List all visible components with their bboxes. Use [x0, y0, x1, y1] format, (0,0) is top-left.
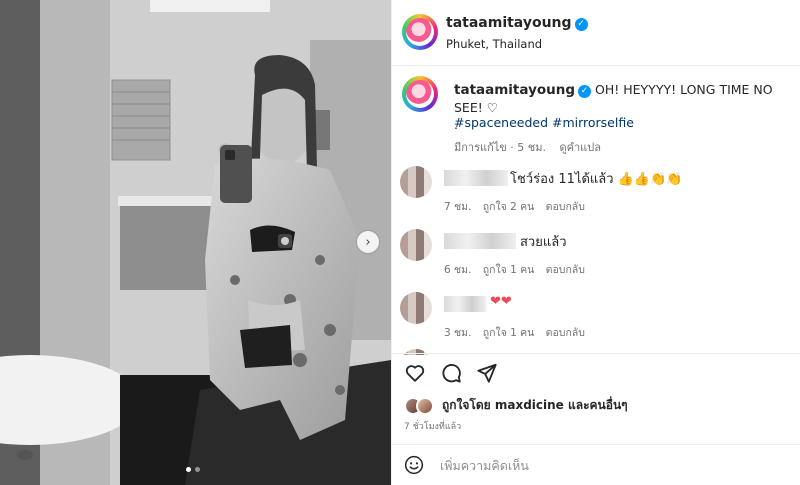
comment-time: 3 ชม.: [444, 327, 472, 339]
post-time-ago[interactable]: 7 ชั่วโมงที่แล้ว: [404, 419, 461, 433]
carousel-dot-active: [186, 467, 191, 472]
add-comment-input[interactable]: [440, 453, 780, 477]
author-username-row[interactable]: tataamitayoung ✓: [446, 15, 588, 31]
caption-hashtags[interactable]: #spaceneeded #mirrorselfie: [454, 115, 634, 130]
post-photo[interactable]: ›: [0, 0, 391, 485]
comment-likes[interactable]: ถูกใจ 1 คน: [483, 327, 535, 339]
reply-button[interactable]: ตอบกลับ: [546, 327, 585, 339]
heart-icon[interactable]: [404, 362, 426, 384]
comment-likes[interactable]: ถูกใจ 2 คน: [483, 201, 535, 213]
emoji-icon[interactable]: [404, 455, 424, 475]
comment-icon[interactable]: [440, 362, 462, 384]
reply-button[interactable]: ตอบกลับ: [546, 201, 585, 213]
comment-time: 7 ชม.: [444, 201, 472, 213]
commenter-username-blurred[interactable]: [444, 170, 508, 186]
comment-item: โชว์ร่อง 11ได้แล้ว 👍👍👏👏 7 ชม. ถูกใจ 2 คน…: [392, 166, 800, 224]
caption-avatar[interactable]: [402, 76, 438, 112]
action-bar: [392, 353, 800, 387]
caption-meta: มีการแก้ไข · 5 ชม. ดูคำแปล: [454, 138, 611, 156]
commenter-avatar[interactable]: [400, 229, 432, 261]
post-panel: tataamitayoung ✓ Phuket, Thailand tataami…: [391, 0, 800, 485]
post-header: tataamitayoung ✓ Phuket, Thailand: [392, 0, 800, 66]
comment-item: ❤❤ 3 ชม. ถูกใจ 1 คน ตอบกลับ: [392, 292, 800, 350]
comment-text: ❤❤: [490, 294, 512, 309]
comment-item: สวยแล้ว 6 ชม. ถูกใจ 1 คน ตอบกลับ: [392, 229, 800, 287]
caption-username[interactable]: tataamitayoung: [454, 82, 575, 98]
see-translation-link[interactable]: ดูคำแปล: [560, 141, 602, 154]
carousel-dot: [195, 467, 200, 472]
verified-badge-icon: ✓: [578, 85, 592, 98]
comment-time: 6 ชม.: [444, 264, 472, 276]
liker-avatar: [416, 396, 434, 415]
comment-meta: 7 ชม. ถูกใจ 2 คน ตอบกลับ: [444, 198, 593, 215]
author-avatar[interactable]: [402, 14, 438, 50]
post-location[interactable]: Phuket, Thailand: [446, 37, 542, 51]
verified-badge-icon: ✓: [574, 18, 588, 31]
author-username[interactable]: tataamitayoung: [446, 15, 572, 31]
comment-likes[interactable]: ถูกใจ 1 คน: [483, 264, 535, 276]
chevron-right-icon: ›: [365, 234, 371, 250]
add-comment-bar: [392, 444, 800, 485]
next-photo-button[interactable]: ›: [357, 231, 379, 253]
caption-edited: มีการแก้ไข · 5 ชม.: [454, 141, 546, 154]
comment-meta: 3 ชม. ถูกใจ 1 คน ตอบกลับ: [444, 324, 593, 341]
likes-summary-text[interactable]: ถูกใจโดย maxdicine และคนอื่นๆ: [442, 396, 628, 415]
comment-text: สวยแล้ว: [520, 235, 567, 250]
photo-illustration: [0, 0, 391, 485]
likes-summary[interactable]: ถูกใจโดย maxdicine และคนอื่นๆ: [404, 396, 628, 415]
carousel-indicator: [186, 467, 200, 472]
commenter-avatar[interactable]: [400, 166, 432, 198]
commenter-username-blurred[interactable]: [444, 233, 516, 249]
reply-button[interactable]: ตอบกลับ: [546, 264, 585, 276]
comment-meta: 6 ชม. ถูกใจ 1 คน ตอบกลับ: [444, 261, 593, 278]
commenter-username-blurred[interactable]: [444, 296, 486, 312]
comment-text: โชว์ร่อง 11ได้แล้ว 👍👍👏👏: [510, 172, 683, 187]
share-icon[interactable]: [476, 362, 498, 384]
commenter-avatar[interactable]: [400, 292, 432, 324]
